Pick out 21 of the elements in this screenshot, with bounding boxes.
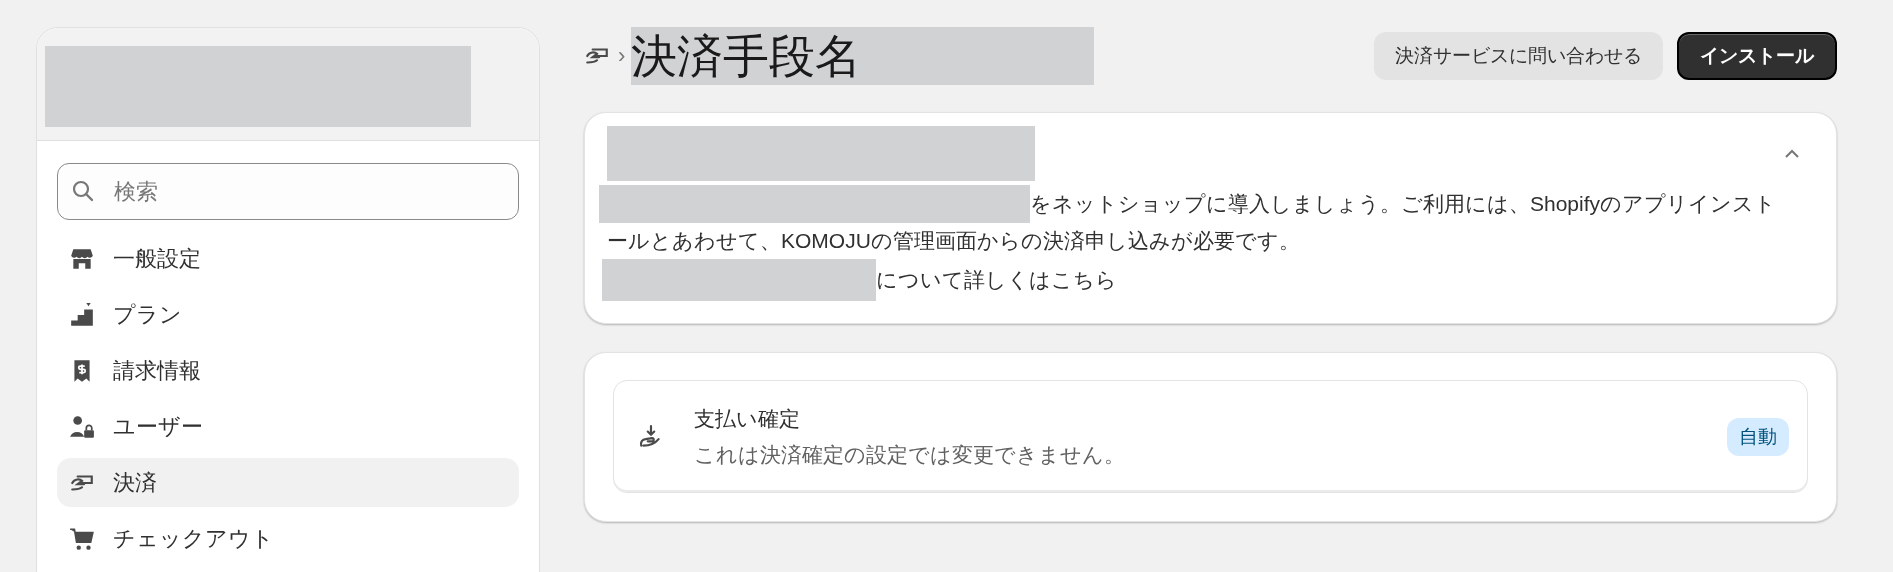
- status-badge: 自動: [1727, 417, 1789, 456]
- stairs-icon: [69, 301, 95, 328]
- setting-title: 支払い確定: [694, 405, 801, 432]
- user-lock-icon: [69, 413, 95, 440]
- description-text: ールとあわせて、KOMOJUの管理画面からの決済申し込みが必要です。: [606, 228, 1300, 254]
- contact-button[interactable]: 決済サービスに問い合わせる: [1374, 32, 1663, 80]
- setting-description: これは決済確定の設定では変更できません。: [694, 441, 1126, 468]
- link-text[interactable]: について詳しくはこちら: [876, 262, 1117, 298]
- page-title: 決済手段名: [631, 27, 1095, 85]
- search-field[interactable]: 検索: [57, 163, 519, 220]
- sidebar-item[interactable]: 決済: [57, 458, 519, 507]
- install-button[interactable]: インストール: [1677, 32, 1837, 80]
- description-text: をネットショップに導入しましょう。ご利用には、Shopifyのアプリインスト: [1030, 191, 1777, 217]
- sidebar-item[interactable]: ユーザー: [57, 402, 519, 451]
- sidebar-item[interactable]: 請求情報: [57, 346, 519, 395]
- breadcrumb-chevron: ›: [618, 43, 626, 69]
- sidebar-item[interactable]: チェックアウト: [57, 514, 519, 563]
- sidebar-item[interactable]: 一般設定: [57, 234, 519, 283]
- cart-icon: [69, 525, 95, 552]
- sidebar-item[interactable]: プラン: [57, 290, 519, 339]
- search-icon: [71, 179, 95, 203]
